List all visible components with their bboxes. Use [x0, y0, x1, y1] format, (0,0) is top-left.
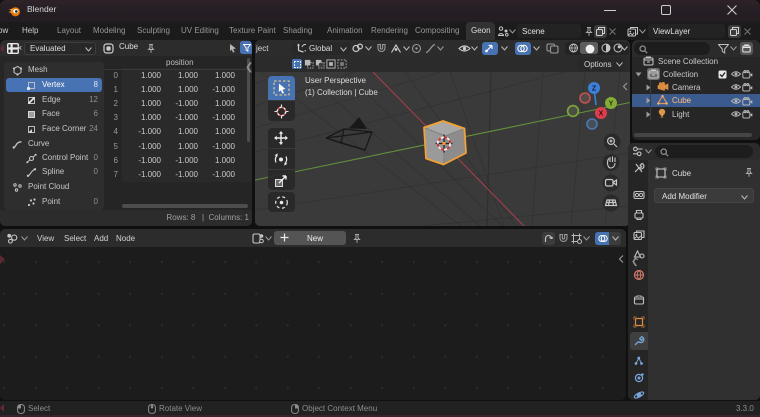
svg-text:Y: Y — [609, 101, 614, 108]
svg-text:Z: Z — [592, 86, 597, 93]
svg-text:X: X — [599, 111, 604, 118]
